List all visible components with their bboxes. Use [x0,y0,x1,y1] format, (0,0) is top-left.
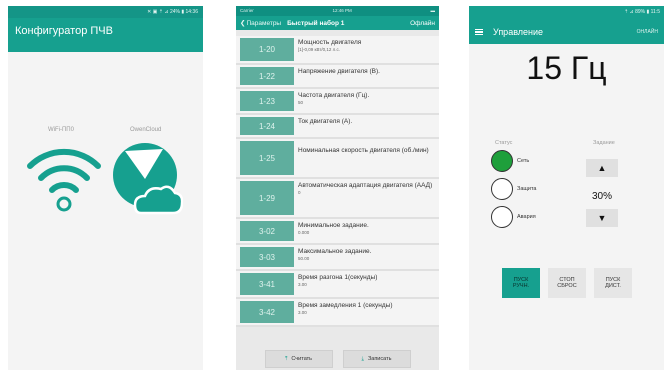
param-code: 1-29 [240,181,294,215]
start-manual-button[interactable]: ПУСК РУЧН. [502,268,540,298]
button-label-line2: ДИСТ. [605,283,621,289]
status-header: Статус [495,140,513,146]
param-code: 1-22 [240,67,294,85]
param-row[interactable]: 1-29 Автоматическая адаптация двигателя … [236,179,439,219]
back-button[interactable]: ❮ Параметры [240,19,282,28]
param-code: 3-02 [240,221,294,241]
param-code: 3-03 [240,247,294,267]
status-label: Защита [517,186,537,192]
param-value: 3.00 [298,309,307,315]
param-row[interactable]: 3-03 Максимальное задание. 50.00 [236,245,439,271]
status-bar: ✕ ▣ ⇡ ⊿ 24% ▮ 14:36 [8,6,203,18]
param-name: Автоматическая адаптация двигателя (ААД) [298,182,433,189]
param-row[interactable]: 3-41 Время разгона 1(секунды) 3.00 [236,271,439,299]
param-name: Время разгона 1(секунды) [298,274,378,281]
status-alarm: Авария [491,206,536,228]
quick-setup-screen: Carrier 12:46 PM ▬ ❮ Параметры Быстрый н… [236,6,439,370]
status-bar: ⇡ ⊿ 89% ▮ 11:5 [469,6,664,20]
status-bar: Carrier 12:46 PM ▬ [236,6,439,16]
start-remote-button[interactable]: ПУСК ДИСТ. [594,268,632,298]
param-value: 50 [298,99,304,105]
param-name: Частота двигателя (Гц). [298,92,370,99]
cloud-label: OwenCloud [130,127,162,133]
mode-label: ОНЛАЙН [636,29,658,35]
owencloud-icon[interactable] [111,139,183,217]
param-value: 0.000 [298,229,310,235]
read-button[interactable]: ⤒ Считать [264,350,333,368]
param-name: Мощность двигателя [298,39,362,46]
status-indicator-off [491,206,513,228]
nav-bar: ❮ Параметры Быстрый набор 1 Офлайн [236,16,439,30]
app-title: Конфигуратор ПЧВ [8,18,203,52]
param-name: Напряжение двигателя (В). [298,68,380,75]
wifi-label: WiFi-ПП0 [48,127,74,133]
status-protection: Защита [491,178,537,200]
control-screen: ⇡ ⊿ 89% ▮ 11:5 Управление ОНЛАЙН 15 Гц С… [469,6,664,370]
param-value: 50.00 [298,255,310,261]
button-label-line2: РУЧН. [512,283,530,289]
chevron-left-icon: ❮ [240,20,246,27]
param-name: Время замедления 1 (секунды) [298,302,393,309]
task-header: Задание [593,140,615,146]
triangle-up-icon: ▲ [597,163,607,173]
button-label-line2: СБРОС [557,283,577,289]
wifi-icon[interactable] [26,144,102,214]
battery-icon: ▬ [430,8,436,13]
param-name: Максимальное задание. [298,248,372,255]
param-row[interactable]: 1-23 Частота двигателя (Гц). 50 [236,89,439,115]
param-code: 1-23 [240,91,294,111]
param-row[interactable]: 1-24 Ток двигателя (А). [236,115,439,139]
download-icon: ⤓ [361,355,364,362]
back-label: Параметры [246,19,282,27]
param-row[interactable]: 1-20 Мощность двигателя [1]-0,09 кВт/0,12… [236,36,439,65]
param-code: 1-24 [240,117,294,135]
mode-label: Офлайн [410,19,435,27]
app-bar: Управление ОНЛАЙН [469,20,664,44]
status-network: Сеть [491,150,529,172]
task-percent: 30% [591,191,612,202]
frequency-readout: 15 Гц [526,50,607,86]
parameter-list: 1-20 Мощность двигателя [1]-0,09 кВт/0,12… [236,36,439,327]
param-value: 0 [298,189,301,195]
menu-icon[interactable] [475,27,483,37]
status-label: Авария [517,214,536,220]
increase-button[interactable]: ▲ [586,159,618,177]
param-name: Номинальная скорость двигателя (об./мин) [298,147,429,154]
param-row[interactable]: 1-22 Напряжение двигателя (В). [236,65,439,89]
param-code: 3-41 [240,273,294,295]
status-indicator-off [491,178,513,200]
param-code: 1-25 [240,141,294,175]
param-code: 3-42 [240,301,294,323]
carrier-label: Carrier [240,8,254,13]
configurator-screen: ✕ ▣ ⇡ ⊿ 24% ▮ 14:36 Конфигуратор ПЧВ WiF… [8,6,203,370]
status-label: Сеть [517,158,530,164]
param-name: Минимальное задание. [298,222,369,229]
read-label: Считать [291,356,313,362]
param-row[interactable]: 3-02 Минимальное задание. 0.000 [236,219,439,245]
clock-label: 12:46 PM [332,8,352,13]
upload-icon: ⤒ [284,355,288,362]
param-row[interactable]: 1-25 Номинальная скорость двигателя (об.… [236,139,439,179]
status-indicator-on [491,150,513,172]
param-value: 3.00 [298,281,307,287]
param-code: 1-20 [240,38,294,61]
param-row[interactable]: 3-42 Время замедления 1 (секунды) 3.00 [236,299,439,327]
triangle-down-icon: ▼ [597,213,607,223]
stop-reset-button[interactable]: СТОП СБРОС [548,268,586,298]
write-button[interactable]: ⤓ Записать [342,350,411,368]
param-name: Ток двигателя (А). [298,118,353,125]
action-bar: ⤒ Считать ⤓ Записать [236,348,439,370]
decrease-button[interactable]: ▼ [586,209,618,227]
param-value: [1]-0,09 кВт/0,12 л.с. [298,46,341,52]
write-label: Записать [367,356,392,362]
page-title: Управление [493,27,544,37]
page-title: Быстрый набор 1 [287,19,345,27]
